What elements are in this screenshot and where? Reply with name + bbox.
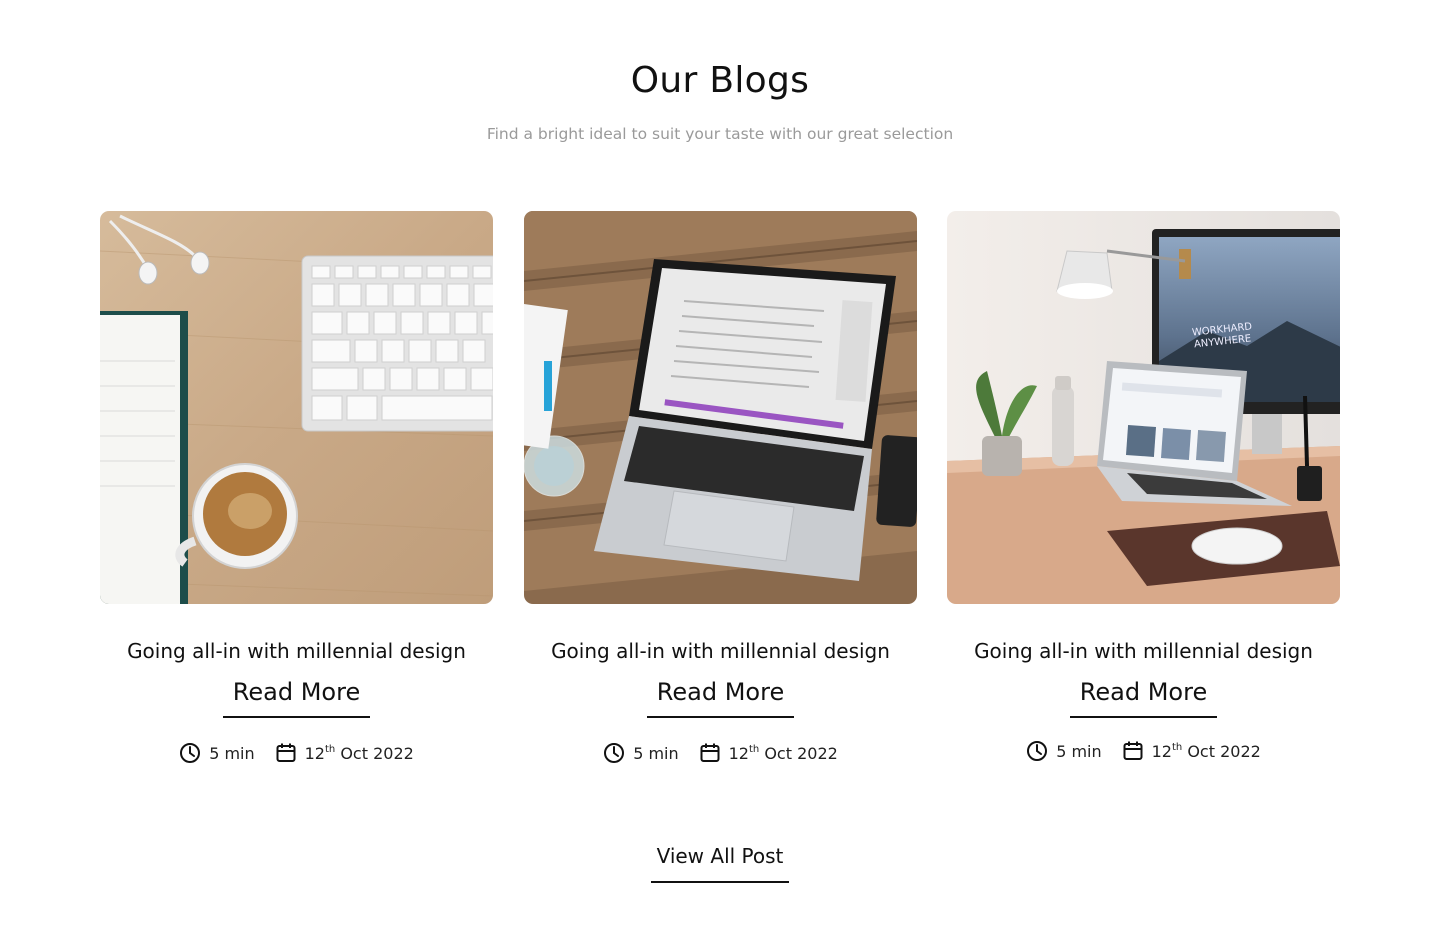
- blog-image-desk-keyboard-coffee[interactable]: [100, 211, 493, 604]
- section-subtitle: Find a bright ideal to suit your taste w…: [486, 125, 954, 143]
- read-time-value: 5 min: [633, 743, 679, 763]
- blog-image-workspace-monitor[interactable]: WORKHARD ANYWHERE: [947, 211, 1340, 604]
- post-date: 12th Oct 2022: [699, 742, 838, 764]
- date-text: 12th Oct 2022: [1151, 741, 1261, 761]
- read-more-label: Read More: [222, 678, 371, 718]
- read-more-link[interactable]: Read More: [947, 678, 1340, 718]
- read-more-link[interactable]: Read More: [524, 678, 917, 718]
- blog-card: Going all-in with millennial design Read…: [524, 211, 917, 771]
- date-text: 12th Oct 2022: [728, 743, 838, 763]
- date-text: 12th Oct 2022: [304, 743, 414, 763]
- calendar-icon: [699, 742, 721, 764]
- section-title: Our Blogs: [630, 60, 810, 101]
- clock-icon: [603, 742, 625, 764]
- blog-card: Going all-in with millennial design Read…: [100, 211, 493, 771]
- read-time-value: 5 min: [209, 743, 255, 763]
- blog-cards: Going all-in with millennial design Read…: [100, 211, 1340, 771]
- blog-card: WORKHARD ANYWHERE Going all-in with mill…: [947, 211, 1340, 771]
- post-title: Going all-in with millennial design: [974, 639, 1313, 663]
- post-meta: 5 min 12th Oct 2022: [524, 742, 917, 764]
- read-more-link[interactable]: Read More: [100, 678, 493, 718]
- clock-icon: [179, 742, 201, 764]
- post-date: 12th Oct 2022: [1122, 740, 1261, 762]
- post-meta: 5 min 12th Oct 2022: [947, 740, 1340, 762]
- view-all-label: View All Post: [650, 844, 790, 883]
- post-meta: 5 min 12th Oct 2022: [100, 742, 493, 764]
- post-title: Going all-in with millennial design: [551, 639, 890, 663]
- view-all-posts-link[interactable]: View All Post: [0, 844, 1440, 883]
- calendar-icon: [275, 742, 297, 764]
- read-more-label: Read More: [1069, 678, 1218, 718]
- clock-icon: [1026, 740, 1048, 762]
- post-title: Going all-in with millennial design: [127, 639, 466, 663]
- calendar-icon: [1122, 740, 1144, 762]
- read-time: 5 min: [603, 742, 679, 764]
- read-more-label: Read More: [646, 678, 795, 718]
- post-date: 12th Oct 2022: [275, 742, 414, 764]
- blog-image-laptop-on-table[interactable]: [524, 211, 917, 604]
- read-time: 5 min: [1026, 740, 1102, 762]
- read-time: 5 min: [179, 742, 255, 764]
- read-time-value: 5 min: [1056, 741, 1102, 761]
